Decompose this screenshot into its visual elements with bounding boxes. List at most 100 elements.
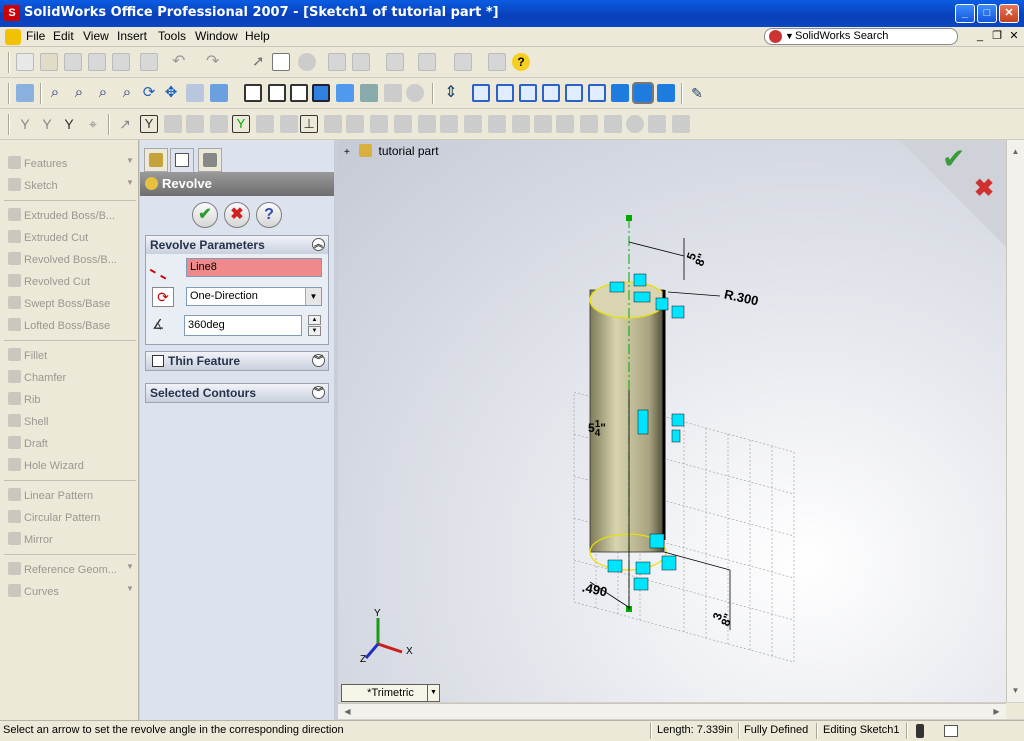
file-properties-icon[interactable]	[352, 53, 370, 71]
trimetric-view-icon[interactable]	[632, 82, 654, 104]
rotate-icon[interactable]: ⟳	[140, 84, 158, 102]
filter-centerlines-icon[interactable]	[580, 115, 598, 133]
filter-cosmetic-threads-icon[interactable]	[488, 115, 506, 133]
filter-vertices-icon[interactable]: ⌖	[84, 115, 102, 133]
height-dimension[interactable]: 51 4"	[588, 420, 606, 439]
filter-surface-finish-icon[interactable]	[418, 115, 436, 133]
cm-rib[interactable]: Rib	[8, 392, 41, 410]
view-selector-icon[interactable]: ✎	[688, 84, 706, 102]
select-filter-icon[interactable]	[272, 53, 290, 71]
cm-circular-pattern[interactable]: Circular Pattern	[8, 510, 100, 528]
print-icon[interactable]	[88, 53, 106, 71]
filter-cosmetic-welds-icon[interactable]	[672, 115, 690, 133]
cm-revolved-boss[interactable]: Revolved Boss/B...	[8, 252, 117, 270]
minimize-button[interactable]: _	[955, 4, 975, 23]
options-icon[interactable]	[328, 53, 346, 71]
print-preview-icon[interactable]	[112, 53, 130, 71]
zoom-to-fit-icon[interactable]: ⌕	[46, 84, 64, 102]
right-view-icon[interactable]	[542, 84, 560, 102]
filter-routing-points-icon[interactable]	[626, 115, 644, 133]
tab-feature-manager[interactable]	[144, 148, 168, 172]
quick-tips-icon[interactable]	[944, 725, 958, 737]
menu-window[interactable]: Window	[195, 29, 238, 43]
filter-dowel-pins-icon[interactable]	[512, 115, 530, 133]
rebuild-icon[interactable]	[298, 53, 316, 71]
tab-configuration-manager[interactable]	[198, 148, 222, 172]
filter-centers-icon[interactable]	[280, 115, 298, 133]
help-button[interactable]: ?	[256, 202, 282, 228]
filter-datums-icon[interactable]	[370, 115, 388, 133]
wireframe-icon[interactable]	[244, 84, 262, 102]
hidden-lines-removed-icon[interactable]	[290, 84, 308, 102]
thin-feature-header[interactable]: Thin Feature ︾	[146, 352, 328, 370]
filter-gtol-icon[interactable]	[346, 115, 364, 133]
maximize-button[interactable]: □	[977, 4, 997, 23]
graphics-area[interactable]: + tutorial part ✔ ✖ R.300 5 8" 51 4" .49…	[338, 140, 1006, 702]
cm-extruded-cut[interactable]: Extruded Cut	[8, 230, 88, 248]
dimetric-view-icon[interactable]	[657, 84, 675, 102]
angle-spin-up-icon[interactable]: ▲	[308, 315, 321, 325]
filter-surface-icon[interactable]	[164, 115, 182, 133]
cm-mirror[interactable]: Mirror	[8, 532, 53, 550]
select-icon[interactable]: ➚	[252, 53, 270, 71]
filter-midpoints-icon[interactable]	[256, 115, 274, 133]
doc-close-button[interactable]: ✕	[1007, 29, 1021, 43]
filter-welds-icon[interactable]	[394, 115, 412, 133]
left-view-icon[interactable]	[519, 84, 537, 102]
cm-extruded-boss[interactable]: Extruded Boss/B...	[8, 208, 115, 226]
sheet-icon[interactable]	[454, 53, 472, 71]
menu-tools[interactable]: Tools	[158, 29, 186, 43]
realview-icon[interactable]	[406, 84, 424, 102]
collapse-icon[interactable]: ︽	[312, 238, 325, 251]
reverse-direction-icon[interactable]: ⟳	[152, 287, 174, 307]
shaded-with-edges-icon[interactable]	[312, 84, 330, 102]
cm-chamfer[interactable]: Chamfer	[8, 370, 66, 388]
isometric-view-icon[interactable]	[611, 84, 629, 102]
vertical-scrollbar[interactable]: ▲ ▼	[1006, 140, 1024, 702]
axis-of-revolution-field[interactable]: Line8	[186, 258, 322, 277]
revolve-type-select[interactable]: One-Direction ▼	[186, 287, 322, 306]
section-view-icon[interactable]	[384, 84, 402, 102]
app-menu-icon[interactable]	[5, 29, 21, 45]
menu-view[interactable]: View	[83, 29, 109, 43]
zoom-in-out-icon[interactable]: ⌕	[94, 84, 112, 102]
previous-view-icon[interactable]	[186, 84, 204, 102]
cm-curves[interactable]: Curves ▼	[8, 584, 134, 602]
top-view-icon[interactable]	[565, 84, 583, 102]
cancel-button[interactable]: ✖	[224, 202, 250, 228]
view-orientation-icon[interactable]	[16, 84, 34, 102]
doc-minimize-button[interactable]: _	[973, 29, 987, 43]
new-document-icon[interactable]	[16, 53, 34, 71]
solidworks-search[interactable]: ▼ SolidWorks Search	[764, 28, 958, 45]
shaded-icon[interactable]	[336, 84, 354, 102]
cm-lofted-boss[interactable]: Lofted Boss/Base	[8, 318, 110, 336]
filter-sketch-icon[interactable]: ↗	[116, 115, 134, 133]
cm-hole-wizard[interactable]: Hole Wizard	[8, 458, 84, 476]
toolbox-icon[interactable]	[386, 53, 404, 71]
cm-reference-geometry[interactable]: Reference Geom... ▼	[8, 562, 134, 580]
revolve-parameters-header[interactable]: Revolve Parameters ︽	[146, 236, 328, 254]
tile-icon[interactable]	[488, 53, 506, 71]
front-view-icon[interactable]	[472, 84, 490, 102]
doc-restore-button[interactable]: ❐	[990, 29, 1004, 43]
selected-contours-header[interactable]: Selected Contours ︾	[146, 384, 328, 402]
filter-planes-icon[interactable]	[186, 115, 204, 133]
thin-feature-checkbox[interactable]	[152, 355, 164, 367]
cm-revolved-cut[interactable]: Revolved Cut	[8, 274, 90, 292]
toggle-filter-icon[interactable]: Y	[16, 115, 34, 133]
menu-help[interactable]: Help	[245, 29, 270, 43]
hidden-lines-visible-icon[interactable]	[268, 84, 286, 102]
scroll-right-icon[interactable]: ▶	[989, 704, 1004, 719]
angle-spin-down-icon[interactable]: ▼	[308, 326, 321, 336]
back-view-icon[interactable]	[496, 84, 514, 102]
save-icon[interactable]	[64, 53, 82, 71]
close-button[interactable]: ✕	[999, 4, 1019, 23]
filter-faces-icon[interactable]: Y	[60, 115, 78, 133]
redo-icon[interactable]: ↷	[206, 53, 224, 71]
chevron-down-icon[interactable]: ▼	[305, 288, 321, 305]
cm-sketch[interactable]: Sketch ▼	[8, 178, 134, 196]
open-document-icon[interactable]	[40, 53, 58, 71]
cm-linear-pattern[interactable]: Linear Pattern	[8, 488, 93, 506]
menu-edit[interactable]: Edit	[53, 29, 74, 43]
zoom-to-selection-icon[interactable]: ⌕	[118, 84, 136, 102]
